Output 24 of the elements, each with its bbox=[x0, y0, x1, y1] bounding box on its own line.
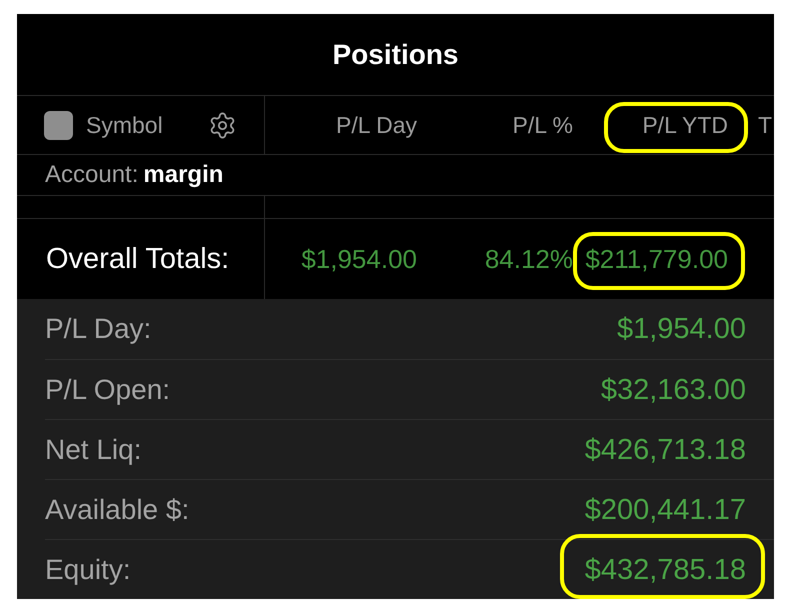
totals-value: $1,954.00 bbox=[301, 246, 417, 272]
window-title: Positions bbox=[332, 40, 458, 68]
summary-label: Equity: bbox=[45, 556, 131, 584]
totals-value: $211,779.00 bbox=[585, 246, 728, 272]
column-header[interactable]: P/L Day bbox=[336, 114, 417, 136]
totals-value: 84.12% bbox=[484, 246, 573, 272]
summary-value: $200,441.17 bbox=[584, 494, 746, 526]
settings-icon[interactable] bbox=[208, 110, 237, 140]
account-label: Account: bbox=[45, 163, 138, 187]
column-header[interactable]: P/L % bbox=[512, 114, 573, 136]
summary-label: P/L Open: bbox=[45, 376, 170, 404]
summary-value: $1,954.00 bbox=[616, 313, 746, 345]
summary-label: Available $: bbox=[45, 496, 190, 524]
column-header[interactable]: P/L YTD bbox=[642, 114, 728, 136]
summary-value: $426,713.18 bbox=[584, 434, 746, 466]
summary-label: Net Liq: bbox=[45, 436, 142, 464]
column-header[interactable]: Symbol bbox=[86, 114, 163, 136]
checkbox[interactable] bbox=[44, 110, 73, 140]
summary-label: P/L Day: bbox=[45, 315, 152, 343]
summary-value: $432,785.18 bbox=[584, 554, 746, 586]
summary-value: $32,163.00 bbox=[600, 374, 746, 406]
totals-label: Overall Totals: bbox=[46, 244, 230, 274]
column-header[interactable]: T bbox=[758, 114, 772, 136]
account-value: margin bbox=[143, 163, 224, 187]
